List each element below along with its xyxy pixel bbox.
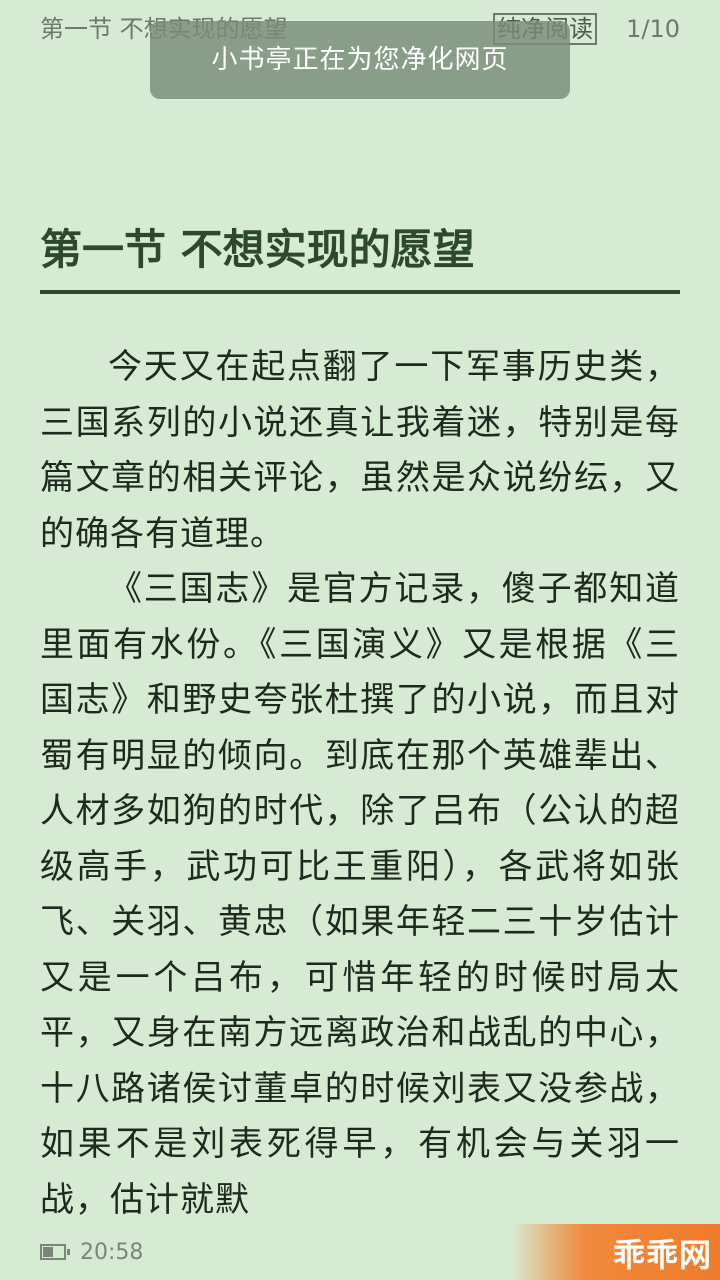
clock: 20:58 bbox=[80, 1240, 144, 1265]
battery-icon bbox=[40, 1244, 70, 1260]
paragraph: 《三国志》是官方记录，傻子都知道里面有水份。《三国演义》又是根据《三国志》和野史… bbox=[40, 569, 680, 1220]
chapter-title: 第一节 不想实现的愿望 bbox=[40, 225, 475, 274]
watermark: 乖乖网 bbox=[510, 1224, 720, 1280]
reading-content[interactable]: 今天又在起点翻了一下军事历史类，三国系列的小说还真让我着迷，特别是每篇文章的相关… bbox=[40, 340, 680, 1228]
title-divider bbox=[40, 290, 680, 294]
watermark-text: 乖乖网 bbox=[612, 1236, 712, 1274]
page-indicator: 1/10 bbox=[626, 15, 680, 43]
toast-message: 小书亭正在为您净化网页 bbox=[150, 21, 570, 99]
paragraph: 今天又在起点翻了一下军事历史类，三国系列的小说还真让我着迷，特别是每篇文章的相关… bbox=[40, 347, 680, 554]
